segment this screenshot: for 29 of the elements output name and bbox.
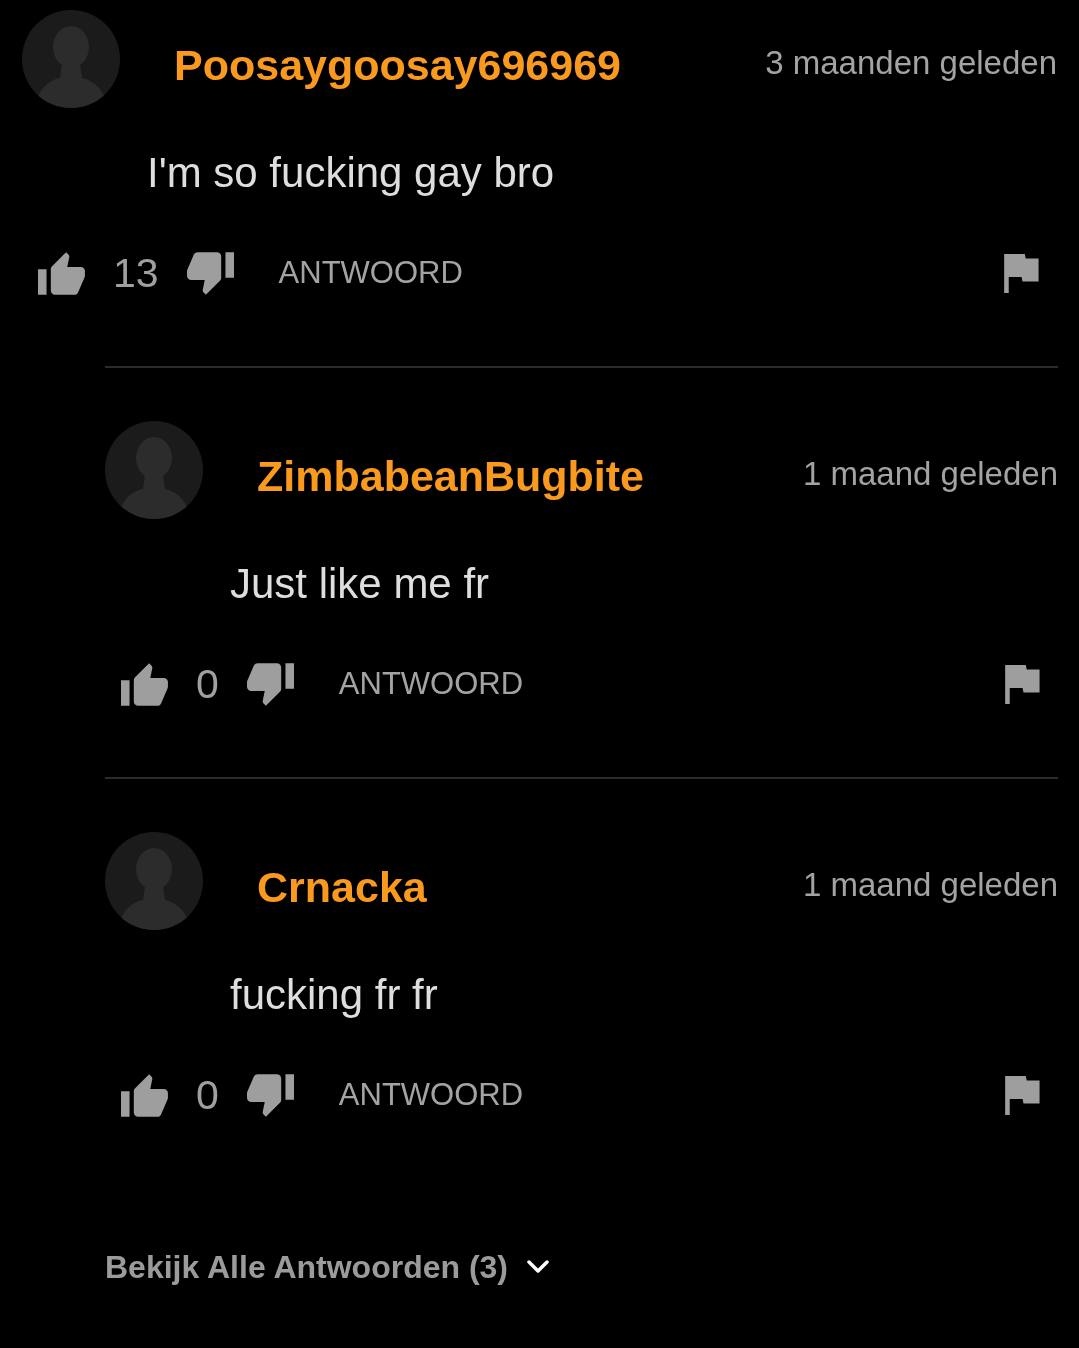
like-count: 0 <box>196 1071 219 1119</box>
thumbs-down-icon[interactable] <box>246 1073 294 1117</box>
thumbs-down-icon[interactable] <box>246 662 294 706</box>
like-count: 0 <box>196 660 219 708</box>
thumbs-up-icon[interactable] <box>121 662 168 706</box>
chevron-down-icon <box>527 1260 549 1274</box>
reply-button[interactable]: ANTWOORD <box>338 664 524 704</box>
thumbs-down-icon[interactable] <box>186 251 234 295</box>
username-link[interactable]: Crnacka <box>257 862 427 912</box>
view-all-replies-button[interactable]: Bekijk Alle Antwoorden (3) <box>105 1247 549 1287</box>
thumbs-up-icon[interactable] <box>121 1073 168 1117</box>
timestamp: 1 maand geleden <box>802 865 1058 905</box>
person-silhouette-icon <box>22 10 120 108</box>
like-count: 13 <box>113 249 159 297</box>
flag-icon[interactable] <box>1004 253 1041 293</box>
flag-icon[interactable] <box>1005 664 1042 704</box>
person-silhouette-icon <box>105 421 203 519</box>
username-link[interactable]: Poosaygoosay696969 <box>174 40 621 90</box>
timestamp: 3 maanden geleden <box>765 43 1057 83</box>
username-link[interactable]: ZimbabeanBugbite <box>257 451 645 501</box>
comment-text: Just like me fr <box>230 559 490 609</box>
reply-button[interactable]: ANTWOORD <box>338 1075 524 1115</box>
person-silhouette-icon <box>105 832 203 930</box>
comment-text: fucking fr fr <box>230 970 438 1020</box>
thumbs-up-icon[interactable] <box>38 251 85 295</box>
flag-icon[interactable] <box>1005 1075 1042 1115</box>
timestamp: 1 maand geleden <box>802 454 1058 494</box>
comment-text: I'm so fucking gay bro <box>147 148 555 198</box>
reply-button[interactable]: ANTWOORD <box>278 253 463 293</box>
